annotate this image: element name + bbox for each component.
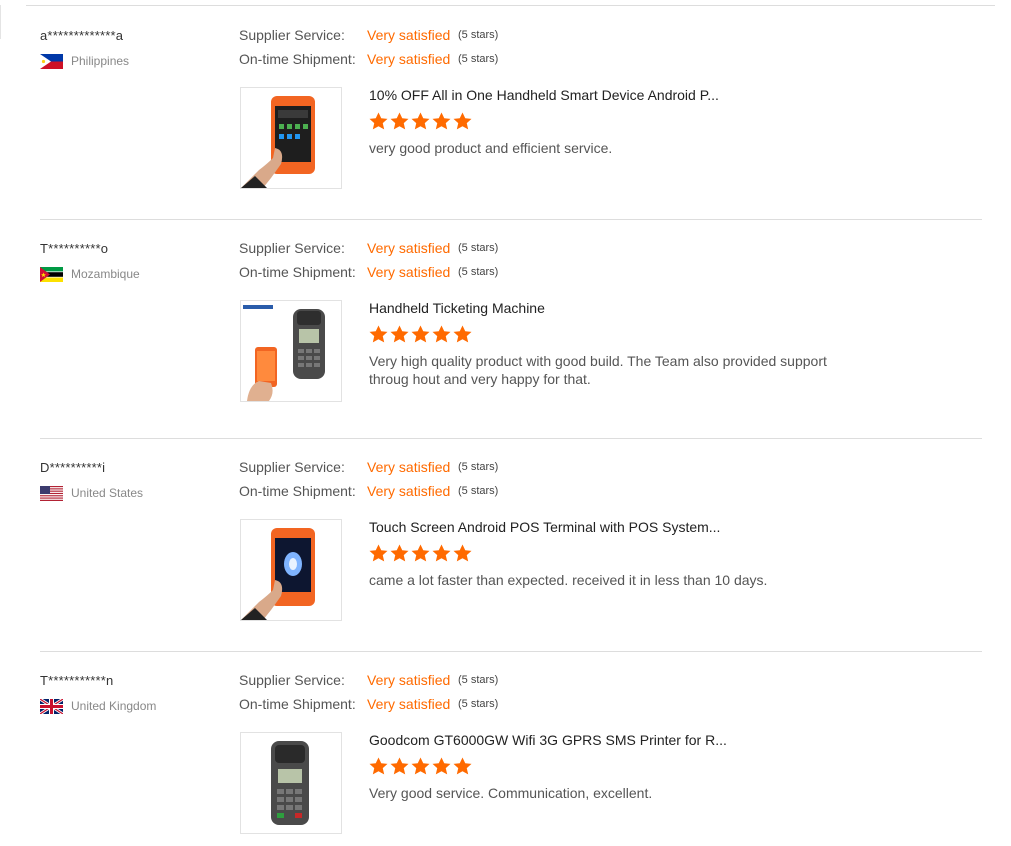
shipment-stars: (5 stars) bbox=[458, 485, 499, 497]
reviewer-country: Philippines bbox=[40, 53, 129, 69]
shipment-rating: On-time Shipment: Very satisfied (5 star… bbox=[239, 695, 498, 713]
product-thumbnail[interactable] bbox=[240, 87, 342, 189]
shipment-rating: On-time Shipment: Very satisfied (5 star… bbox=[239, 263, 498, 281]
supplier-service-stars: (5 stars) bbox=[458, 242, 499, 254]
supplier-service-label: Supplier Service: bbox=[239, 27, 345, 43]
shipment-value: Very satisfied bbox=[367, 264, 451, 280]
star-icon bbox=[453, 544, 472, 562]
country-name: Mozambique bbox=[71, 267, 140, 281]
review-comment: came a lot faster than expected. receive… bbox=[369, 572, 768, 588]
supplier-service-label: Supplier Service: bbox=[239, 672, 345, 688]
product-thumbnail[interactable] bbox=[240, 732, 342, 834]
shipment-label: On-time Shipment: bbox=[239, 696, 356, 712]
product-rating-stars bbox=[369, 544, 472, 562]
supplier-service-label: Supplier Service: bbox=[239, 240, 345, 256]
supplier-service-value: Very satisfied bbox=[367, 240, 451, 256]
star-icon bbox=[432, 112, 451, 130]
united-states-flag-icon bbox=[40, 485, 63, 501]
star-icon bbox=[369, 757, 388, 775]
product-rating-stars bbox=[369, 325, 472, 343]
shipment-label: On-time Shipment: bbox=[239, 51, 356, 67]
star-icon bbox=[453, 325, 472, 343]
shipment-label: On-time Shipment: bbox=[239, 483, 356, 499]
star-icon bbox=[369, 112, 388, 130]
review-comment: Very high quality product with good buil… bbox=[369, 353, 827, 387]
product-thumbnail[interactable] bbox=[240, 519, 342, 621]
supplier-service-rating: Supplier Service: Very satisfied (5 star… bbox=[239, 671, 498, 689]
country-name: United States bbox=[71, 486, 144, 500]
star-icon bbox=[432, 325, 451, 343]
reviewer-name: D**********i bbox=[40, 460, 106, 475]
star-icon bbox=[432, 757, 451, 775]
review-divider bbox=[40, 219, 982, 220]
review-divider bbox=[40, 438, 982, 439]
star-icon bbox=[390, 325, 409, 343]
product-title[interactable]: Handheld Ticketing Machine bbox=[369, 300, 545, 316]
product-title[interactable]: Touch Screen Android POS Terminal with P… bbox=[369, 519, 720, 535]
star-icon bbox=[390, 757, 409, 775]
left-edge-line bbox=[0, 5, 1, 39]
star-icon bbox=[411, 757, 430, 775]
supplier-service-stars: (5 stars) bbox=[458, 461, 499, 473]
mozambique-flag-icon bbox=[40, 266, 63, 282]
star-icon bbox=[453, 757, 472, 775]
supplier-service-rating: Supplier Service: Very satisfied (5 star… bbox=[239, 458, 498, 476]
united-kingdom-flag-icon bbox=[40, 698, 63, 714]
supplier-service-rating: Supplier Service: Very satisfied (5 star… bbox=[239, 26, 498, 44]
star-icon bbox=[411, 325, 430, 343]
shipment-value: Very satisfied bbox=[367, 51, 451, 67]
star-icon bbox=[369, 544, 388, 562]
product-title[interactable]: Goodcom GT6000GW Wifi 3G GPRS SMS Printe… bbox=[369, 732, 727, 748]
review-divider bbox=[40, 651, 982, 652]
product-title[interactable]: 10% OFF All in One Handheld Smart Device… bbox=[369, 87, 719, 103]
supplier-service-stars: (5 stars) bbox=[458, 674, 499, 686]
review-comment: very good product and efficient service. bbox=[369, 140, 613, 156]
supplier-service-value: Very satisfied bbox=[367, 459, 451, 475]
shipment-value: Very satisfied bbox=[367, 696, 451, 712]
supplier-service-label: Supplier Service: bbox=[239, 459, 345, 475]
supplier-service-rating: Supplier Service: Very satisfied (5 star… bbox=[239, 239, 498, 257]
philippines-flag-icon bbox=[40, 53, 63, 69]
product-thumbnail[interactable] bbox=[240, 300, 342, 402]
star-icon bbox=[390, 112, 409, 130]
star-icon bbox=[390, 544, 409, 562]
star-icon bbox=[411, 112, 430, 130]
review-comment: Very good service. Communication, excell… bbox=[369, 785, 653, 801]
reviewer-name: a*************a bbox=[40, 28, 124, 43]
reviewer-name: T***********n bbox=[40, 673, 114, 688]
country-name: Philippines bbox=[71, 54, 130, 68]
supplier-service-stars: (5 stars) bbox=[458, 29, 499, 41]
star-icon bbox=[411, 544, 430, 562]
star-icon bbox=[453, 112, 472, 130]
supplier-service-value: Very satisfied bbox=[367, 27, 451, 43]
reviewer-name: T**********o bbox=[40, 241, 109, 256]
shipment-stars: (5 stars) bbox=[458, 266, 499, 278]
reviewer-country: United States bbox=[40, 485, 143, 501]
shipment-stars: (5 stars) bbox=[458, 698, 499, 710]
star-icon bbox=[432, 544, 451, 562]
shipment-rating: On-time Shipment: Very satisfied (5 star… bbox=[239, 50, 498, 68]
reviewer-country: United Kingdom bbox=[40, 698, 156, 714]
supplier-service-value: Very satisfied bbox=[367, 672, 451, 688]
country-name: United Kingdom bbox=[71, 699, 157, 713]
star-icon bbox=[369, 325, 388, 343]
product-rating-stars bbox=[369, 757, 472, 775]
top-divider bbox=[26, 5, 995, 6]
shipment-rating: On-time Shipment: Very satisfied (5 star… bbox=[239, 482, 498, 500]
product-rating-stars bbox=[369, 112, 472, 130]
shipment-stars: (5 stars) bbox=[458, 53, 499, 65]
shipment-label: On-time Shipment: bbox=[239, 264, 356, 280]
shipment-value: Very satisfied bbox=[367, 483, 451, 499]
reviewer-country: Mozambique bbox=[40, 266, 140, 282]
